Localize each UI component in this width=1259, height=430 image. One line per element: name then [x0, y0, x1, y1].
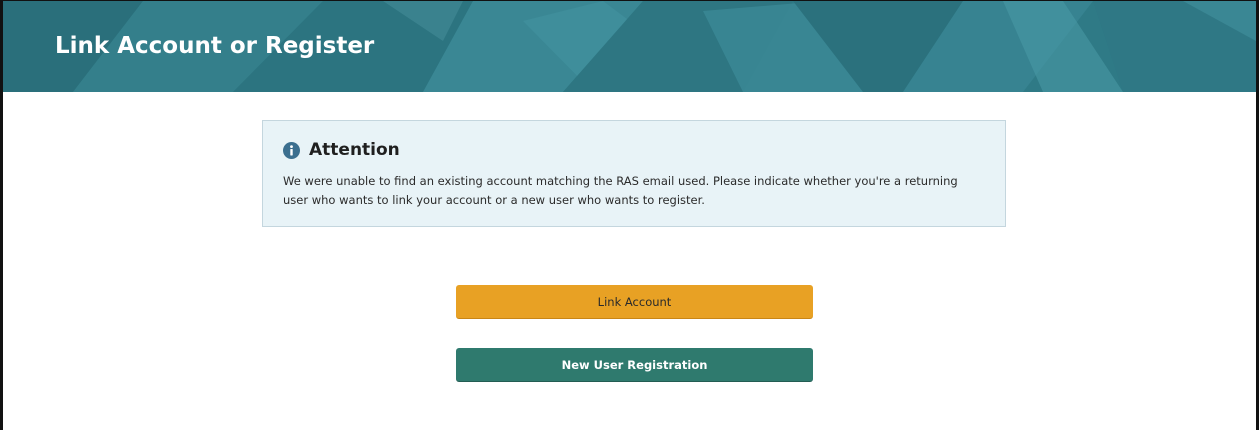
- info-circle-icon: [283, 142, 300, 159]
- alert-message: We were unable to find an existing accou…: [283, 174, 958, 207]
- page-frame: Link Account or Register Attention We we…: [0, 0, 1259, 430]
- alert-title: Attention: [309, 140, 400, 160]
- page-header: Link Account or Register: [3, 1, 1256, 92]
- link-account-button[interactable]: Link Account: [456, 285, 813, 319]
- page-title: Link Account or Register: [55, 33, 375, 59]
- attention-alert: Attention We were unable to find an exis…: [262, 120, 1006, 227]
- new-user-registration-button[interactable]: New User Registration: [456, 348, 813, 382]
